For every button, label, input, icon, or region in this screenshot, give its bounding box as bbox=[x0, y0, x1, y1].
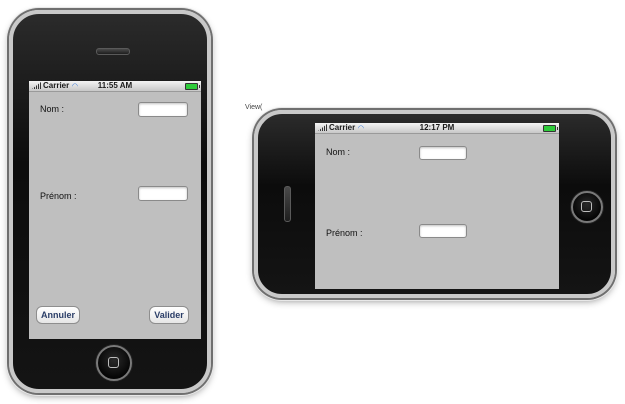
speaker-grille bbox=[284, 186, 291, 222]
nom-input[interactable] bbox=[138, 102, 188, 117]
status-time: 12:17 PM bbox=[419, 123, 455, 132]
home-square-icon bbox=[108, 357, 119, 368]
battery-icon bbox=[543, 125, 558, 132]
speaker-grille bbox=[96, 48, 130, 55]
iphone-portrait: Carrier ◠ 11:55 AM Nom : Prénom : Annuler… bbox=[9, 10, 211, 393]
screen-landscape: Carrier ◠ 12:17 PM Nom : Prénom : bbox=[315, 123, 559, 289]
nom-label: Nom : bbox=[40, 104, 65, 114]
iphone-landscape: Carrier ◠ 12:17 PM Nom : Prénom : bbox=[254, 110, 615, 298]
status-time: 11:55 AM bbox=[97, 81, 133, 90]
prenom-label: Prénom : bbox=[326, 228, 363, 238]
validate-button[interactable]: Valider bbox=[149, 306, 189, 324]
nom-input[interactable] bbox=[419, 146, 467, 160]
home-square-icon bbox=[581, 201, 592, 212]
view-label: View( bbox=[245, 104, 263, 111]
status-bar: Carrier ◠ 11:55 AM bbox=[29, 81, 201, 92]
nom-label: Nom : bbox=[326, 147, 351, 157]
cancel-button[interactable]: Annuler bbox=[36, 306, 80, 324]
status-bar: Carrier ◠ 12:17 PM bbox=[315, 123, 559, 134]
battery-icon bbox=[185, 83, 200, 90]
home-button[interactable] bbox=[96, 345, 132, 381]
prenom-input[interactable] bbox=[419, 224, 467, 238]
prenom-label: Prénom : bbox=[40, 191, 77, 201]
prenom-input[interactable] bbox=[138, 186, 188, 201]
screen-portrait: Carrier ◠ 11:55 AM Nom : Prénom : Annuler… bbox=[29, 81, 201, 339]
home-button[interactable] bbox=[571, 191, 603, 223]
